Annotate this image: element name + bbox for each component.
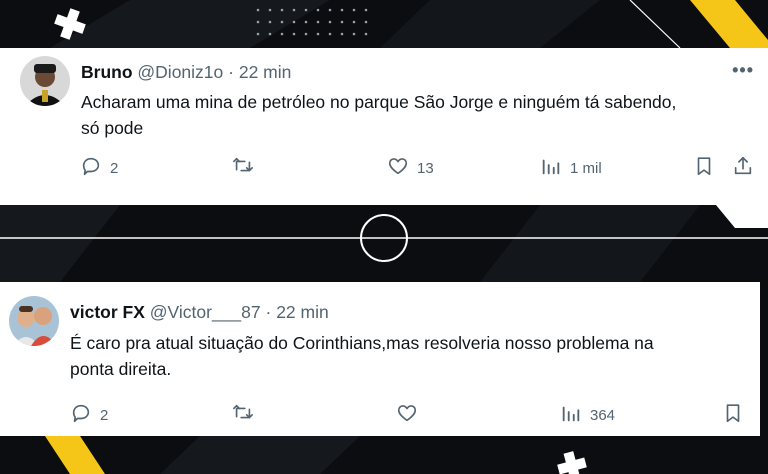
bookmark-icon — [722, 402, 744, 428]
reply-count: 2 — [100, 406, 109, 424]
avatar[interactable] — [20, 56, 70, 106]
reply-button[interactable]: 2 — [70, 402, 108, 428]
retweet-icon — [232, 155, 254, 181]
retweet-icon — [232, 402, 254, 428]
heart-icon — [387, 155, 409, 181]
bookmark-button[interactable] — [693, 155, 715, 181]
views-button[interactable]: 1 mil — [540, 155, 602, 181]
views-count: 1 mil — [570, 159, 602, 177]
reply-button[interactable]: 2 — [80, 155, 118, 181]
reply-icon — [80, 155, 102, 181]
display-name[interactable]: Bruno — [81, 62, 133, 82]
tweet-header: Bruno @Dioniz1o · 22 min — [81, 61, 291, 83]
reply-icon — [70, 402, 92, 428]
share-icon — [732, 155, 754, 181]
views-button[interactable]: 364 — [560, 402, 615, 428]
like-button[interactable]: 13 — [387, 155, 434, 181]
separator-dot: · — [265, 302, 272, 322]
action-bar: 2 364 — [0, 402, 760, 428]
views-icon — [540, 155, 562, 181]
user-handle[interactable]: @Victor___87 — [150, 302, 261, 322]
user-handle[interactable]: @Dioniz1o — [137, 62, 223, 82]
avatar[interactable] — [9, 296, 59, 346]
bookmark-button[interactable] — [722, 402, 744, 428]
timestamp[interactable]: 22 min — [239, 62, 292, 82]
tweet-text-line: Acharam uma mina de petróleo no parque S… — [81, 92, 677, 112]
tweet-card-2[interactable]: victor FX @Victor___87 · 22 min É caro p… — [0, 282, 760, 436]
display-name[interactable]: victor FX — [70, 302, 145, 322]
action-bar: 2 13 1 mil — [0, 155, 768, 181]
tweet-card-1[interactable]: Bruno @Dioniz1o · 22 min ••• Acharam uma… — [0, 48, 768, 205]
tweet-text: Acharam uma mina de petróleo no parque S… — [81, 89, 751, 141]
timestamp[interactable]: 22 min — [276, 302, 329, 322]
tweet-header: victor FX @Victor___87 · 22 min — [70, 301, 329, 323]
more-options-icon[interactable]: ••• — [732, 60, 754, 81]
tweet-text-line: só pode — [81, 118, 144, 138]
reply-count: 2 — [110, 159, 119, 177]
retweet-button[interactable] — [232, 155, 262, 181]
like-button[interactable] — [396, 402, 426, 428]
share-button[interactable] — [732, 155, 754, 181]
retweet-button[interactable] — [232, 402, 262, 428]
tweet-text: É caro pra atual situação do Corinthians… — [70, 330, 750, 382]
bookmark-icon — [693, 155, 715, 181]
tweet-text-line: É caro pra atual situação do Corinthians… — [70, 333, 654, 353]
tweet-text-line: ponta direita. — [70, 359, 172, 379]
heart-icon — [396, 402, 418, 428]
separator-dot: · — [228, 62, 234, 82]
views-count: 364 — [590, 406, 616, 424]
views-icon — [560, 402, 582, 428]
like-count: 13 — [417, 159, 434, 177]
